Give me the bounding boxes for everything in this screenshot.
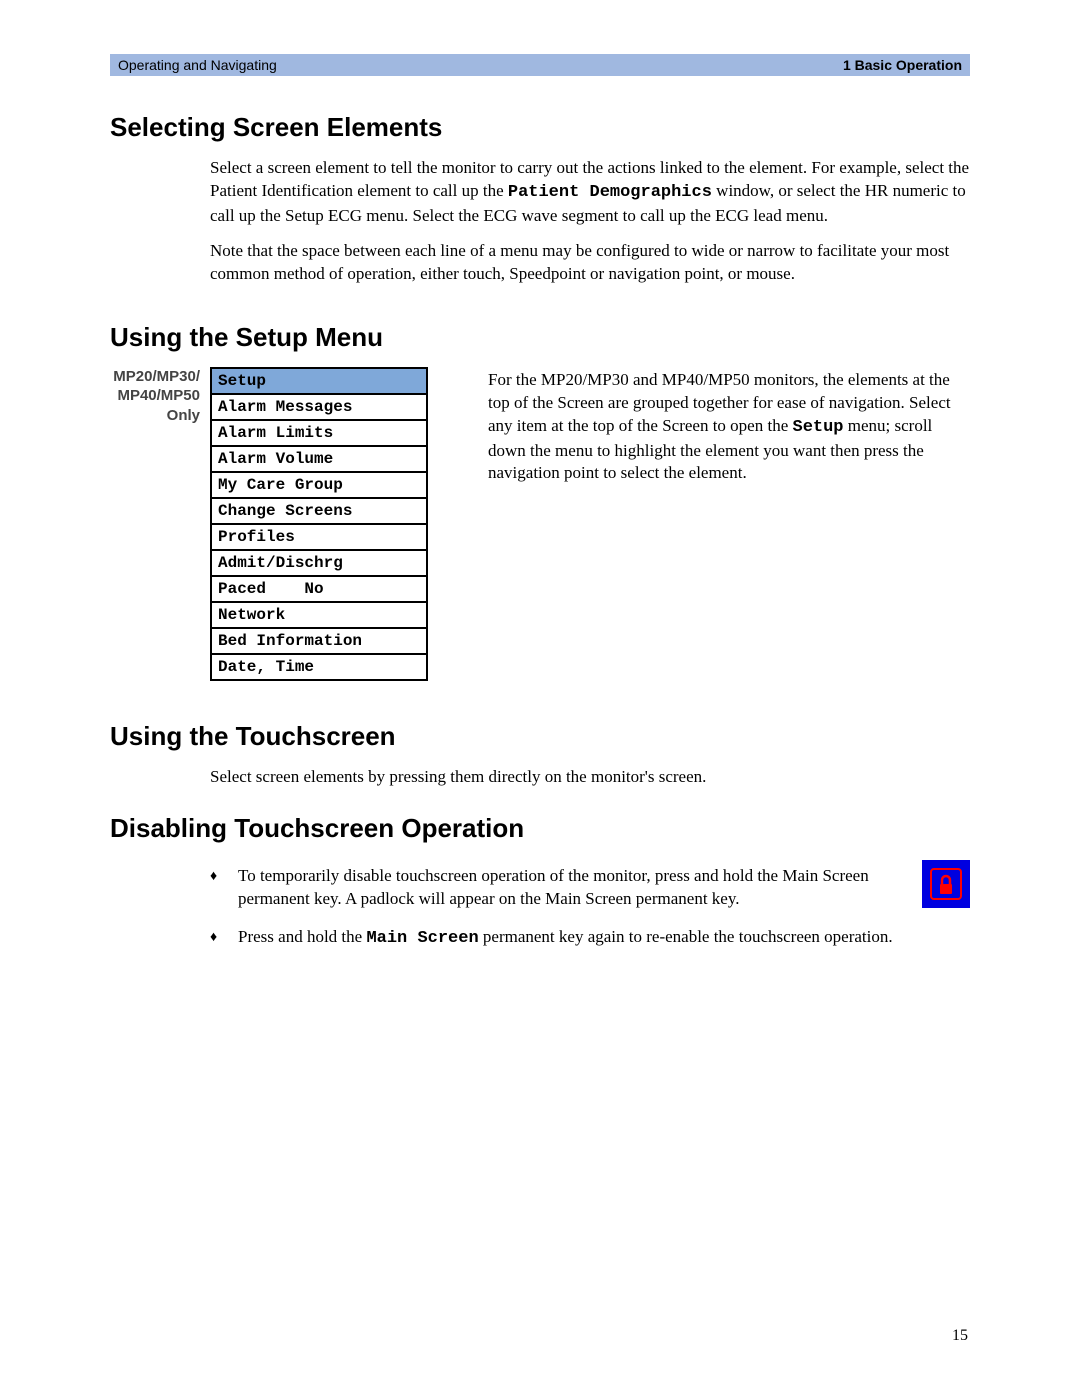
code-setup: Setup [793, 418, 844, 437]
bullet-diamond-icon: ♦ [210, 864, 238, 887]
padlock-icon [922, 860, 970, 908]
paragraph-menu-spacing: Note that the space between each line of… [210, 240, 970, 286]
setup-menu-table: Setup Alarm Messages Alarm Limits Alarm … [210, 367, 428, 681]
heading-using-setup-menu: Using the Setup Menu [110, 322, 970, 353]
header-left: Operating and Navigating [118, 57, 277, 73]
sidebar-model-note: MP20/MP30/MP40/MP50Only [100, 367, 200, 426]
heading-using-touchscreen: Using the Touchscreen [110, 721, 970, 752]
setup-menu-item: Change Screens [211, 498, 427, 524]
paragraph-setup-description: For the MP20/MP30 and MP40/MP50 monitors… [488, 367, 970, 486]
setup-menu-header: Setup [211, 368, 427, 394]
bullet-disable-touchscreen: ♦ To temporarily disable touchscreen ope… [210, 864, 970, 912]
setup-menu-item: Date, Time [211, 654, 427, 680]
setup-menu-item: Alarm Messages [211, 394, 427, 420]
code-patient-demographics: Patient Demographics [508, 183, 712, 202]
paragraph-touchscreen: Select screen elements by pressing them … [210, 766, 970, 789]
setup-menu-item-paced: Paced No [211, 576, 427, 602]
heading-selecting-screen-elements: Selecting Screen Elements [110, 112, 970, 143]
page-header: Operating and Navigating 1 Basic Operati… [110, 54, 970, 76]
bullet-diamond-icon: ♦ [210, 925, 238, 948]
header-right: 1 Basic Operation [843, 57, 962, 73]
setup-menu-item: Bed Information [211, 628, 427, 654]
bullet-reenable-touchscreen: ♦ Press and hold the Main Screen permane… [210, 925, 970, 951]
code-main-screen: Main Screen [366, 929, 478, 948]
page-number: 15 [952, 1327, 968, 1345]
setup-menu-item: My Care Group [211, 472, 427, 498]
setup-menu-item: Alarm Volume [211, 446, 427, 472]
paragraph-select-element: Select a screen element to tell the moni… [210, 157, 970, 228]
setup-menu-item: Alarm Limits [211, 420, 427, 446]
setup-menu-item: Admit/Dischrg [211, 550, 427, 576]
heading-disabling-touchscreen: Disabling Touchscreen Operation [110, 813, 970, 844]
setup-menu-item: Network [211, 602, 427, 628]
setup-menu-item: Profiles [211, 524, 427, 550]
